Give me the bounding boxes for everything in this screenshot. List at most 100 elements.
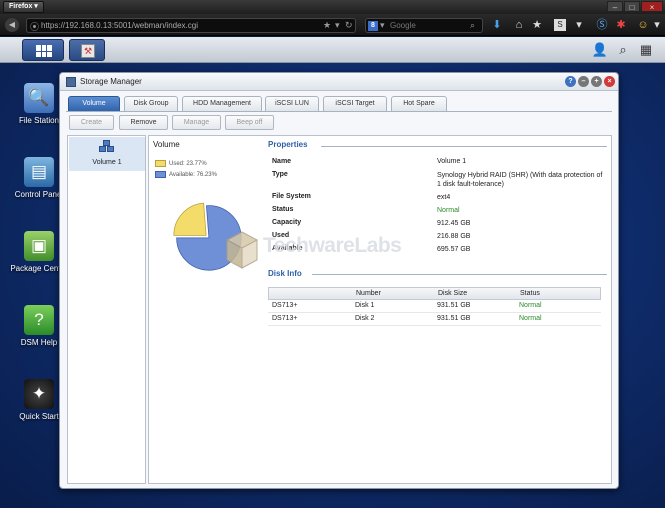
user-icon[interactable]: 👤 (591, 41, 609, 59)
volume-detail-panel: Volume Used: 23.77% Available: 76.23% Pr… (148, 135, 612, 484)
search-icon[interactable]: ⌕ (614, 41, 632, 59)
wand-icon: ✦ (24, 379, 54, 409)
storage-manager-title-icon (66, 77, 76, 87)
bookmark-star-icon[interactable]: ★ (323, 20, 331, 31)
grid-menu-icon (36, 45, 52, 57)
properties-title: Properties (268, 140, 308, 149)
minimize-window-button[interactable]: – (578, 76, 589, 87)
prop-label-status: Status (272, 206, 294, 213)
prop-value-capacity: 912.45 GB (437, 220, 471, 227)
tab-hdd-management[interactable]: HDD Management (182, 96, 262, 111)
url-dropdown-icon[interactable]: ▾ (335, 20, 340, 31)
close-button[interactable]: × (641, 1, 663, 12)
main-menu-button[interactable] (22, 39, 64, 61)
column-header-number: Number (356, 290, 381, 297)
table-row[interactable]: DS713+ Disk 1 931.51 GB Normal (268, 300, 601, 313)
cell-number: Disk 2 (355, 315, 375, 322)
control-panel-icon: ▤ (24, 157, 54, 187)
smiley-icon[interactable]: ☺ (636, 18, 650, 32)
reload-icon[interactable]: ↻ (345, 20, 353, 31)
tab-volume[interactable]: Volume (68, 96, 120, 111)
download-icon[interactable]: ⬇ (490, 18, 504, 32)
addon-s-icon[interactable]: S (554, 19, 566, 31)
tab-iscsi-lun[interactable]: iSCSI LUN (265, 96, 319, 111)
legend-available: Available: 76.23% (155, 169, 217, 180)
widgets-icon[interactable]: ▦ (637, 41, 655, 59)
package-icon: ▣ (24, 231, 54, 261)
menu-dropdown-icon[interactable]: ▾ (650, 18, 664, 32)
table-row[interactable]: DS713+ Disk 2 931.51 GB Normal (268, 313, 601, 326)
list-item-volume-1[interactable]: Volume 1 (69, 137, 145, 171)
back-button[interactable]: ◀ (5, 18, 19, 32)
manage-button[interactable]: Manage (172, 115, 221, 130)
disk-info-table: Number Disk Size Status DS713+ Disk 1 93… (268, 287, 601, 326)
dsm-taskbar: ⚒ 👤 ⌕ ▦ (0, 37, 665, 63)
lock-icon: ⦿ (30, 22, 40, 32)
minimize-button[interactable]: – (607, 1, 623, 12)
volume-panel-title: Volume (153, 140, 180, 149)
cell-status: Normal (519, 302, 542, 309)
addon-red-icon[interactable]: ✱ (614, 18, 628, 32)
prop-label-type: Type (272, 171, 288, 178)
legend-swatch-available (155, 171, 166, 178)
back-arrow-icon: ◀ (8, 20, 16, 29)
bookmarks-icon[interactable]: ★ (530, 18, 544, 32)
window-controls: – □ × (607, 1, 663, 12)
tab-divider (66, 111, 612, 112)
taskbar-app-storage-manager[interactable]: ⚒ (69, 39, 105, 61)
column-header-status: Status (520, 290, 540, 297)
home-icon[interactable]: ⌂ (512, 18, 526, 32)
window-titlebar[interactable]: Storage Manager ? – + × (60, 73, 618, 91)
prop-value-available: 695.57 GB (437, 246, 471, 253)
pie-slice-used (173, 202, 207, 236)
create-button[interactable]: Create (69, 115, 114, 130)
volume-list: Volume 1 (67, 135, 146, 484)
prop-label-capacity: Capacity (272, 219, 302, 226)
prop-value-type: Synology Hybrid RAID (SHR) (With data pr… (437, 172, 603, 188)
help-icon: ? (24, 305, 54, 335)
beep-off-button[interactable]: Beep off (225, 115, 274, 130)
addon-dropdown-icon[interactable]: ▾ (572, 18, 586, 32)
legend-available-label: Available: 76.23% (169, 171, 217, 178)
google-icon[interactable]: 8 (368, 21, 378, 31)
browser-navbar: ◀ ⦿ https://192.168.0.13:5001/webman/ind… (0, 14, 665, 36)
tab-hot-spare[interactable]: Hot Spare (391, 96, 447, 111)
maximize-window-button[interactable]: + (591, 76, 602, 87)
url-bar[interactable]: ⦿ https://192.168.0.13:5001/webman/index… (26, 18, 356, 33)
watermark-text: TechwareLabs (263, 234, 402, 257)
legend-used: Used: 23.77% (155, 158, 217, 169)
magnifier-icon: 🔍 (24, 83, 54, 113)
url-text: https://192.168.0.13:5001/webman/index.c… (41, 21, 198, 30)
search-icon[interactable]: ⌕ (470, 20, 475, 31)
prop-value-status: Normal (437, 207, 460, 214)
skype-icon[interactable]: Ⓢ (595, 18, 609, 32)
usage-legend: Used: 23.77% Available: 76.23% (155, 158, 217, 180)
cell-status: Normal (519, 315, 542, 322)
remove-button[interactable]: Remove (119, 115, 168, 130)
prop-label-file-system: File System (272, 193, 311, 200)
maximize-button[interactable]: □ (624, 1, 640, 12)
cell-number: Disk 1 (355, 302, 375, 309)
prop-value-name: Volume 1 (437, 158, 467, 165)
volume-icon (99, 140, 115, 154)
storage-manager-icon: ⚒ (81, 44, 95, 58)
help-button[interactable]: ? (565, 76, 576, 87)
table-header: Number Disk Size Status (268, 287, 601, 300)
cell-disk-size: 931.51 GB (437, 315, 471, 322)
watermark-cube-icon (225, 231, 259, 269)
storage-manager-window: Storage Manager ? – + × Volume Disk Grou… (59, 72, 619, 489)
tab-iscsi-target[interactable]: iSCSI Target (323, 96, 387, 111)
search-engine-dropdown-icon[interactable]: ▾ (380, 20, 385, 31)
search-input[interactable]: Google (390, 21, 416, 30)
legend-used-label: Used: 23.77% (169, 160, 207, 167)
search-bar[interactable]: 8 ▾ Google ⌕ (365, 18, 483, 33)
firefox-menu-button[interactable]: Firefox ▾ (3, 1, 44, 13)
browser-titlebar: Firefox ▾ – □ × (0, 0, 665, 14)
close-window-button[interactable]: × (604, 76, 615, 87)
legend-swatch-used (155, 160, 166, 167)
cell-model: DS713+ (272, 315, 298, 322)
firefox-menu-label: Firefox (9, 3, 33, 10)
properties-divider (321, 146, 607, 147)
tab-disk-group[interactable]: Disk Group (124, 96, 178, 111)
techwarelabs-watermark: TechwareLabs (225, 228, 435, 274)
